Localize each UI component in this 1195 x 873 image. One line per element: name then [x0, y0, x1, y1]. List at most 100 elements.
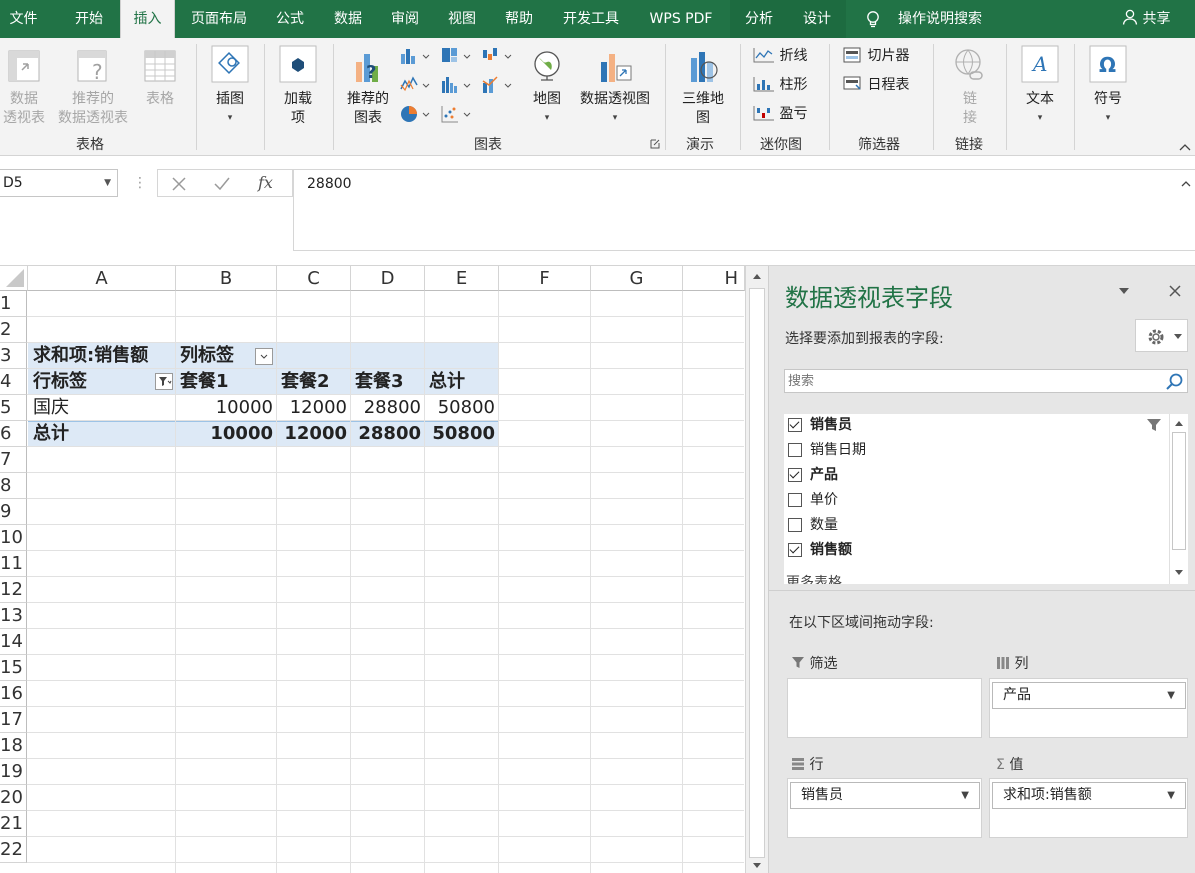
row-filter-dropdown[interactable] — [155, 373, 173, 390]
pivot-col-header[interactable]: 套餐3 — [355, 369, 404, 395]
pivot-col-header[interactable]: 套餐2 — [281, 369, 330, 395]
row-header[interactable]: 13 — [0, 603, 27, 629]
recommended-pivot-button[interactable]: ? 推荐的 数据透视表 — [55, 48, 131, 128]
column-header-b[interactable]: B — [176, 266, 277, 291]
vertical-scrollbar[interactable] — [745, 266, 768, 873]
tab-formulas[interactable]: 公式 — [268, 0, 312, 38]
values-field-pill[interactable]: 求和项:销售额 ▼ — [992, 782, 1186, 809]
statistic-chart-icon[interactable] — [440, 75, 474, 95]
row-header[interactable]: 20 — [0, 785, 27, 811]
waterfall-chart-icon[interactable] — [481, 46, 515, 66]
pivot-col-header[interactable]: 套餐1 — [180, 369, 229, 395]
field-checkbox[interactable] — [788, 468, 802, 482]
tab-analyze[interactable]: 分析 — [730, 0, 788, 38]
scroll-down-icon[interactable] — [751, 861, 763, 871]
hierarchy-chart-icon[interactable] — [440, 46, 474, 66]
name-box[interactable]: D5 ▼ — [0, 169, 118, 197]
symbol-button[interactable]: Ω 符号 ▾ — [1086, 44, 1130, 128]
filter-icon[interactable] — [1146, 418, 1162, 432]
pivot-sum-label[interactable]: 求和项:销售额 — [33, 343, 148, 369]
field-checkbox[interactable] — [788, 543, 802, 557]
tab-file[interactable]: 文件 — [0, 0, 47, 38]
tab-insert[interactable]: 插入 — [120, 0, 175, 38]
pivot-total-cell[interactable]: 10000 — [176, 421, 276, 447]
column-header-e[interactable]: E — [425, 266, 499, 291]
field-checkbox[interactable] — [788, 493, 802, 507]
map-button[interactable]: 地图 ▾ — [528, 48, 566, 128]
formula-input[interactable]: 28800 — [293, 169, 1195, 251]
search-input[interactable] — [785, 370, 1165, 392]
pivot-chart-button[interactable]: 数据透视图 ▾ — [576, 48, 654, 128]
row-header[interactable]: 2 — [0, 317, 27, 343]
field-list-scrollbar[interactable] — [1169, 414, 1188, 584]
pivot-value-cell[interactable]: 12000 — [277, 395, 350, 421]
row-header[interactable]: 9 — [0, 499, 27, 525]
row-header[interactable]: 6 — [0, 421, 27, 447]
tab-help[interactable]: 帮助 — [497, 0, 541, 38]
pivot-col-header[interactable]: 总计 — [429, 369, 465, 395]
pivot-value-cell[interactable]: 50800 — [425, 395, 498, 421]
pivot-total-label[interactable]: 总计 — [33, 421, 69, 447]
sparkline-winloss-button[interactable]: 盈亏 — [753, 104, 807, 124]
insert-function-icon[interactable]: fx — [258, 173, 273, 192]
slicer-button[interactable]: 切片器 — [843, 46, 909, 66]
collapse-ribbon-icon[interactable] — [1178, 142, 1192, 152]
pivot-total-cell[interactable]: 50800 — [425, 421, 498, 447]
sparkline-line-button[interactable]: 折线 — [753, 46, 807, 66]
tab-wps-pdf[interactable]: WPS PDF — [641, 0, 721, 38]
scatter-chart-icon[interactable] — [440, 104, 474, 124]
tab-review[interactable]: 审阅 — [383, 0, 427, 38]
text-button[interactable]: A 文本 ▾ — [1018, 44, 1062, 128]
pivot-row-label[interactable]: 行标签 — [33, 369, 87, 395]
column-header-f[interactable]: F — [499, 266, 591, 291]
field-checkbox[interactable] — [788, 418, 802, 432]
row-header[interactable]: 22 — [0, 837, 27, 863]
pivot-row-item[interactable]: 国庆 — [33, 395, 69, 421]
row-header[interactable]: 21 — [0, 811, 27, 837]
column-chart-icon[interactable] — [399, 46, 433, 66]
pivot-total-cell[interactable]: 28800 — [351, 421, 424, 447]
row-header[interactable]: 12 — [0, 577, 27, 603]
tab-data[interactable]: 数据 — [326, 0, 370, 38]
field-checkbox[interactable] — [788, 443, 802, 457]
filters-drop-area[interactable] — [787, 678, 982, 738]
combo-chart-icon[interactable] — [481, 75, 515, 95]
more-tables-link[interactable]: 更多表格... — [786, 572, 855, 584]
column-header-a[interactable]: A — [28, 266, 176, 291]
columns-field-pill[interactable]: 产品 ▼ — [992, 682, 1186, 709]
collapse-formula-icon[interactable] — [1181, 180, 1191, 188]
recommended-charts-button[interactable]: ? 推荐的 图表 — [344, 48, 392, 128]
line-chart-icon[interactable] — [399, 75, 433, 95]
row-header[interactable]: 1 — [0, 291, 27, 317]
scrollbar-thumb[interactable] — [1172, 432, 1186, 550]
pivot-value-cell[interactable]: 10000 — [176, 395, 276, 421]
row-header[interactable]: 4 — [0, 369, 27, 395]
search-icon[interactable] — [1165, 372, 1185, 392]
pane-options-icon[interactable] — [1118, 286, 1130, 296]
field-settings-button[interactable] — [1135, 319, 1188, 352]
values-drop-area[interactable]: 求和项:销售额 ▼ — [989, 778, 1188, 838]
pivot-table-button[interactable]: 数据 透视表 — [2, 48, 46, 128]
column-header-c[interactable]: C — [277, 266, 351, 291]
worksheet-grid[interactable]: A B C D E F G H 1 2 3 4 5 6 7 8 9 10 11 12 13 14 15 16 1… — [0, 266, 768, 873]
field-search-box[interactable] — [784, 369, 1188, 393]
tab-page-layout[interactable]: 页面布局 — [183, 0, 255, 38]
addins-button[interactable]: 加载 项 — [276, 44, 320, 128]
scroll-up-icon[interactable] — [1173, 418, 1185, 428]
table-button[interactable]: 表格 — [140, 48, 180, 109]
select-all-corner[interactable] — [0, 266, 28, 291]
row-header[interactable]: 16 — [0, 681, 27, 707]
row-header[interactable]: 19 — [0, 759, 27, 785]
sparkline-column-button[interactable]: 柱形 — [753, 75, 807, 95]
row-header[interactable]: 3 — [0, 343, 27, 369]
column-header-h[interactable]: H — [683, 266, 745, 291]
column-header-d[interactable]: D — [351, 266, 425, 291]
illustrations-button[interactable]: 插图 ▾ — [208, 44, 252, 128]
row-header[interactable]: 7 — [0, 447, 27, 473]
row-header[interactable]: 8 — [0, 473, 27, 499]
tab-design[interactable]: 设计 — [788, 0, 846, 38]
row-header[interactable]: 18 — [0, 733, 27, 759]
pivot-total-cell[interactable]: 12000 — [277, 421, 350, 447]
link-button[interactable]: 链 接 — [948, 48, 992, 128]
3d-map-button[interactable]: 三维地 图 — [676, 48, 730, 128]
